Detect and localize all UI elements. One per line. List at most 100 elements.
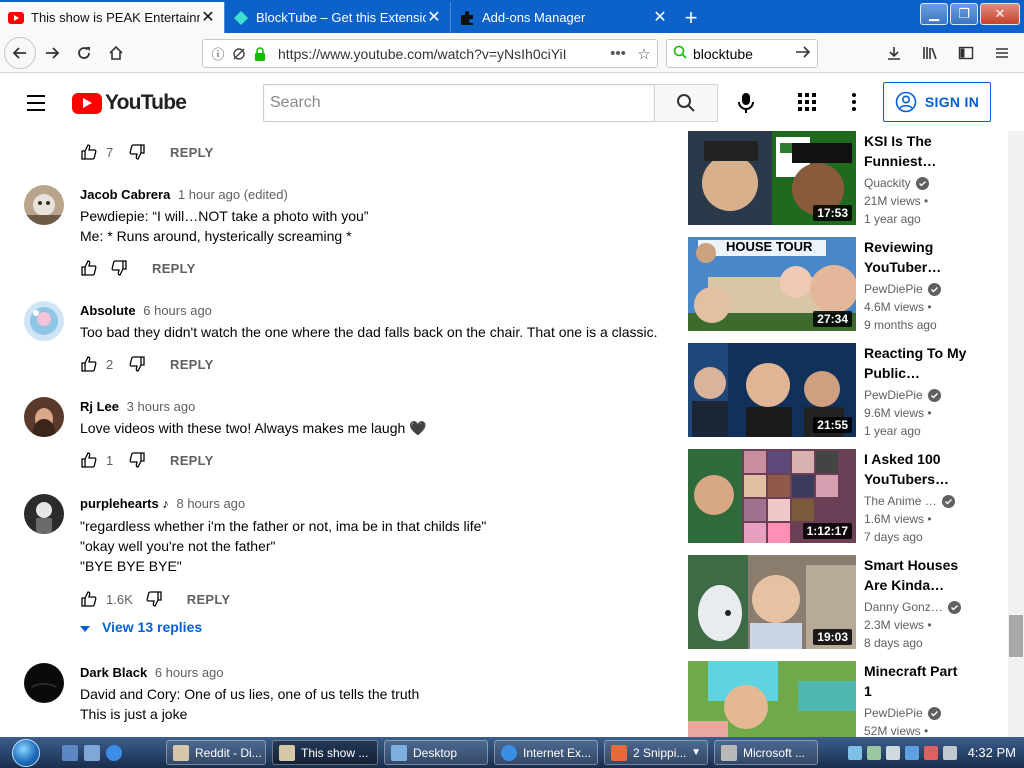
- video-title[interactable]: I Asked 100 YouTubers…: [864, 449, 988, 489]
- thumbs-up-icon[interactable]: [80, 355, 98, 373]
- video-title[interactable]: KSI Is The Funniest…: [864, 131, 988, 171]
- video-thumbnail[interactable]: [688, 661, 856, 737]
- page-actions-icon[interactable]: •••: [605, 45, 631, 62]
- tab-close-icon[interactable]: ✕: [200, 9, 216, 26]
- recommended-video[interactable]: 17:53 KSI Is The Funniest… Quackity 21M v…: [688, 131, 1008, 226]
- recommended-video[interactable]: HOUSE TOUR 27:34 Reviewing YouTuber… PewD…: [688, 237, 1008, 332]
- close-window-button[interactable]: ✕: [980, 3, 1020, 25]
- bookmark-star-icon[interactable]: ☆: [631, 45, 657, 63]
- video-channel[interactable]: The Anime …: [864, 494, 955, 508]
- thumbs-down-icon[interactable]: [110, 259, 128, 277]
- more-options-icon[interactable]: [846, 92, 862, 112]
- volume-muted-icon[interactable]: [923, 745, 938, 760]
- browser-search-box[interactable]: blocktube: [666, 39, 818, 68]
- comment-author[interactable]: Absolute: [80, 303, 136, 318]
- maximize-button[interactable]: ❐: [950, 3, 978, 25]
- comment-author[interactable]: Jacob Cabrera: [80, 187, 170, 202]
- thumbs-down-icon[interactable]: [128, 451, 146, 469]
- tray-icon[interactable]: [885, 745, 900, 760]
- tab-addons-manager[interactable]: Add-ons Manager ✕: [450, 2, 676, 33]
- thumbs-up-icon[interactable]: [80, 590, 98, 608]
- reload-icon[interactable]: [68, 37, 100, 69]
- avatar[interactable]: [24, 663, 64, 703]
- video-thumbnail[interactable]: HOUSE TOUR 27:34: [688, 237, 856, 331]
- tab-youtube-video[interactable]: This show is PEAK Entertainment ✕: [0, 2, 224, 33]
- video-channel[interactable]: PewDiePie: [864, 706, 941, 720]
- sidebar-icon[interactable]: [950, 37, 982, 69]
- go-arrow-icon[interactable]: [795, 45, 811, 62]
- video-title[interactable]: Reviewing YouTuber…: [864, 237, 988, 277]
- tray-icon[interactable]: [942, 745, 957, 760]
- comment-author[interactable]: Dark Black: [80, 665, 147, 680]
- lock-icon[interactable]: [251, 45, 269, 63]
- avatar[interactable]: [24, 494, 64, 534]
- video-channel[interactable]: PewDiePie: [864, 388, 941, 402]
- hamburger-menu-icon[interactable]: [986, 37, 1018, 69]
- recommended-video[interactable]: 19:03 Smart Houses Are Kinda… Danny Gonz……: [688, 555, 1008, 650]
- taskbar-button[interactable]: 2 Snippi... ▼: [604, 740, 708, 765]
- thumbs-up-icon[interactable]: [80, 451, 98, 469]
- video-thumbnail[interactable]: 19:03: [688, 555, 856, 649]
- avatar[interactable]: [24, 185, 64, 225]
- thumbs-down-icon[interactable]: [145, 590, 163, 608]
- video-thumbnail[interactable]: 1:12:17: [688, 449, 856, 543]
- video-channel[interactable]: Quackity: [864, 176, 929, 190]
- youtube-search-input[interactable]: Search: [263, 84, 655, 122]
- back-arrow-icon[interactable]: [4, 36, 36, 69]
- tab-blocktube[interactable]: BlockTube – Get this Extension ✕: [224, 2, 450, 33]
- taskbar-button[interactable]: Internet Ex...: [494, 740, 598, 765]
- video-thumbnail[interactable]: 17:53: [688, 131, 856, 225]
- reply-button[interactable]: REPLY: [152, 261, 196, 276]
- comment-author[interactable]: purplehearts ♪: [80, 496, 169, 511]
- reply-button[interactable]: REPLY: [170, 357, 214, 372]
- video-title[interactable]: Reacting To My Public…: [864, 343, 988, 383]
- url-bar[interactable]: ⓘ https://www.youtube.com/watch?v=yNsIh0…: [202, 39, 658, 68]
- forward-arrow-icon[interactable]: [36, 37, 68, 69]
- thumbs-down-icon[interactable]: [128, 143, 146, 161]
- youtube-logo[interactable]: YouTube: [72, 91, 187, 115]
- taskbar-button[interactable]: Desktop: [384, 740, 488, 765]
- apps-grid-icon[interactable]: [797, 92, 817, 112]
- avatar[interactable]: [24, 301, 64, 341]
- library-icon[interactable]: [914, 37, 946, 69]
- thumbs-up-icon[interactable]: [80, 259, 98, 277]
- network-icon[interactable]: [904, 745, 919, 760]
- recommended-video[interactable]: 1:12:17 I Asked 100 YouTubers… The Anime …: [688, 449, 1008, 544]
- taskbar-button[interactable]: This show ...: [272, 740, 378, 765]
- switch-windows-icon[interactable]: [84, 745, 100, 761]
- video-channel[interactable]: Danny Gonz…: [864, 600, 961, 614]
- scrollbar-thumb[interactable]: [1009, 615, 1023, 657]
- tray-icon[interactable]: [866, 745, 881, 760]
- internet-explorer-icon[interactable]: [106, 745, 122, 761]
- taskbar-button[interactable]: Reddit - Di...: [166, 740, 266, 765]
- comment-time[interactable]: 8 hours ago: [176, 496, 245, 511]
- comment-author[interactable]: Rj Lee: [80, 399, 119, 414]
- show-desktop-icon[interactable]: [62, 745, 78, 761]
- guide-menu-icon[interactable]: [24, 92, 48, 112]
- reply-button[interactable]: REPLY: [170, 145, 214, 160]
- video-title[interactable]: Minecraft Part 1: [864, 661, 988, 701]
- autoplay-blocked-icon[interactable]: [230, 45, 248, 63]
- new-tab-button[interactable]: +: [676, 2, 706, 33]
- youtube-search-button[interactable]: [654, 84, 718, 122]
- video-title[interactable]: Smart Houses Are Kinda…: [864, 555, 988, 595]
- comment-time[interactable]: 6 hours ago: [143, 303, 212, 318]
- thumbs-down-icon[interactable]: [128, 355, 146, 373]
- taskbar-button[interactable]: Microsoft ...: [714, 740, 818, 765]
- view-replies-button[interactable]: View 13 replies: [80, 619, 202, 635]
- taskbar-clock[interactable]: 4:32 PM: [968, 745, 1016, 760]
- minimize-button[interactable]: ▁: [920, 3, 948, 25]
- tab-close-icon[interactable]: ✕: [426, 9, 442, 26]
- home-icon[interactable]: [100, 37, 132, 69]
- recommended-video[interactable]: 21:55 Reacting To My Public… PewDiePie 9.…: [688, 343, 1008, 438]
- microphone-icon[interactable]: [735, 91, 757, 115]
- reply-button[interactable]: REPLY: [170, 453, 214, 468]
- video-channel[interactable]: PewDiePie: [864, 282, 941, 296]
- tray-icon[interactable]: [847, 745, 862, 760]
- video-thumbnail[interactable]: 21:55: [688, 343, 856, 437]
- info-icon[interactable]: ⓘ: [209, 45, 227, 63]
- reply-button[interactable]: REPLY: [187, 592, 231, 607]
- comment-time[interactable]: 3 hours ago: [127, 399, 196, 414]
- comment-time[interactable]: 1 hour ago (edited): [178, 187, 288, 202]
- recommended-video[interactable]: Minecraft Part 1 PewDiePie 52M views •: [688, 661, 1008, 737]
